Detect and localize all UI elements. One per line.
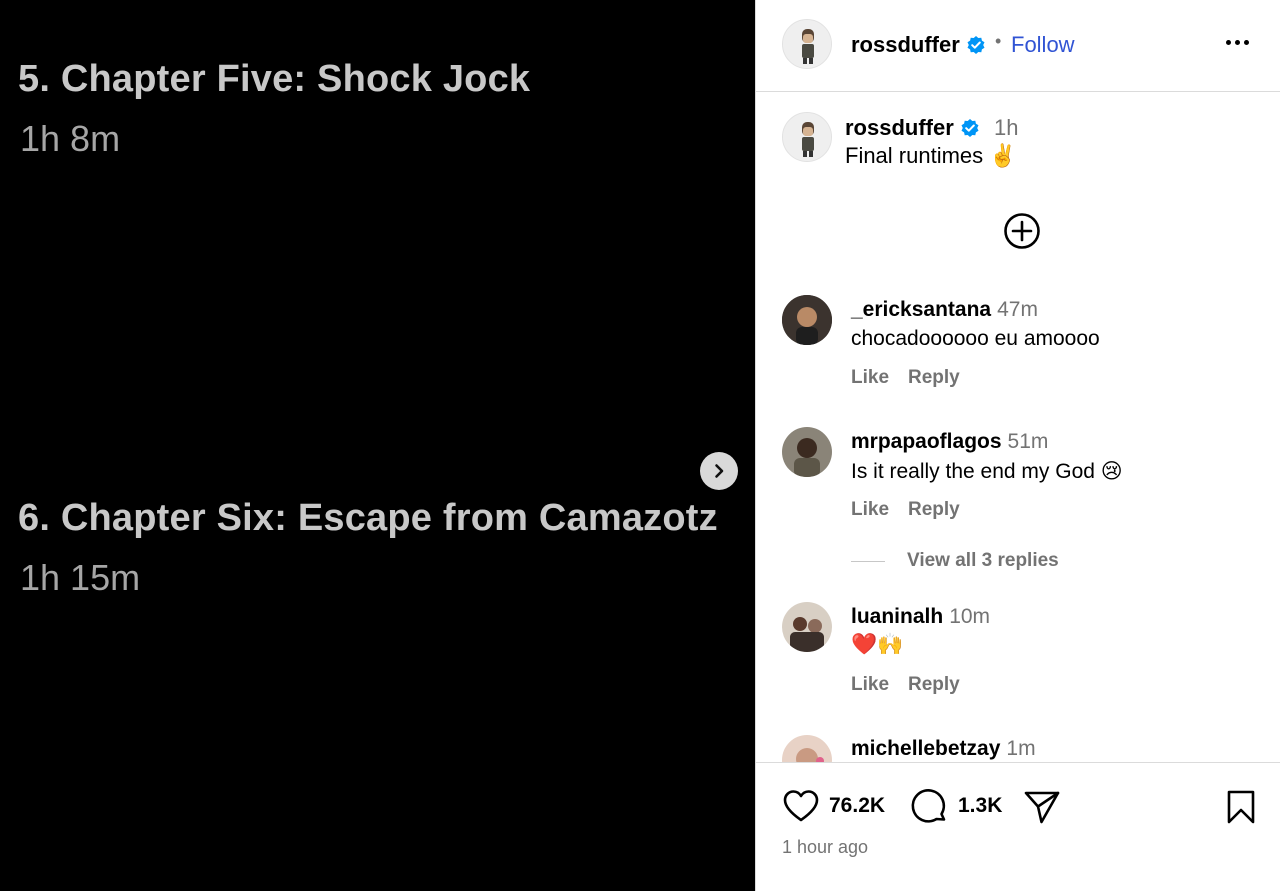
like-comment-button[interactable]: Like: [851, 367, 889, 389]
share-button[interactable]: [1023, 788, 1061, 831]
avatar[interactable]: [782, 295, 832, 345]
load-more-comments-button[interactable]: [1003, 212, 1041, 250]
view-replies-label: View all 3 replies: [907, 550, 1059, 571]
dot: [1235, 39, 1240, 45]
comment-bubble-icon: [911, 789, 946, 823]
user-photo-icon: [782, 427, 832, 477]
chevron-right-icon: [715, 464, 724, 478]
reply-button[interactable]: Reply: [908, 674, 960, 696]
next-slide-button[interactable]: [700, 452, 738, 490]
post-media: 5. Chapter Five: Shock Jock 1h 8m 6. Cha…: [0, 0, 755, 891]
episode-5-title: 5. Chapter Five: Shock Jock: [18, 58, 531, 100]
header-username[interactable]: rossduffer: [851, 32, 986, 58]
comment-username[interactable]: _ericksantana 47m: [851, 298, 1038, 322]
verified-badge-icon: [967, 36, 985, 54]
comment-timestamp: 10m: [949, 605, 991, 628]
dot: [1244, 39, 1249, 45]
header-separator: •: [995, 31, 1002, 51]
caption-timestamp: 1h: [994, 115, 1019, 140]
heart-icon: [783, 790, 819, 822]
comment-text: chocadoooooo eu amoooo: [851, 327, 1100, 350]
avatar[interactable]: [782, 19, 832, 69]
comment-text: Is it really the end my God 😢: [851, 460, 1123, 483]
episode-5-runtime: 1h 8m: [20, 118, 121, 159]
like-comment-button[interactable]: Like: [851, 674, 889, 696]
like-button[interactable]: [782, 789, 820, 828]
user-photo-icon: [782, 295, 832, 345]
like-comment-button[interactable]: Like: [851, 499, 889, 521]
user-photo-icon: [782, 735, 832, 762]
reply-button[interactable]: Reply: [908, 367, 960, 389]
post-timestamp: 1 hour ago: [782, 837, 869, 857]
comment-timestamp: 51m: [1007, 430, 1049, 453]
view-replies-button[interactable]: View all 3 replies: [851, 550, 1059, 572]
follow-button[interactable]: Follow: [1011, 32, 1075, 58]
user-photo-icon: [782, 602, 832, 652]
paper-plane-icon: [1024, 791, 1060, 824]
avatar[interactable]: [782, 112, 832, 162]
avatar[interactable]: [782, 602, 832, 652]
caption-username[interactable]: rossduffer: [845, 115, 980, 141]
comment-button[interactable]: [911, 788, 949, 831]
user-figure-icon: [783, 20, 831, 68]
comment-text: ❤️🙌: [851, 633, 904, 656]
save-button[interactable]: [1225, 789, 1257, 830]
more-options-button[interactable]: [1226, 32, 1256, 52]
caption-text: Final runtimes ✌️: [845, 143, 1017, 168]
post-sidebar: rossduffer • Follow rossduffer 1h Final …: [755, 0, 1280, 891]
like-count[interactable]: 76.2K: [829, 794, 885, 818]
comment-username[interactable]: luaninalh 10m: [851, 605, 990, 629]
dot: [1226, 39, 1231, 45]
post-modal: 5. Chapter Five: Shock Jock 1h 8m 6. Cha…: [0, 0, 1280, 891]
post-actions: 76.2K 1.3K 1 hour ago: [756, 762, 1280, 891]
divider: [851, 560, 885, 562]
comment-count[interactable]: 1.3K: [958, 794, 1002, 818]
comment-username[interactable]: mrpapaoflagos 51m: [851, 430, 1048, 454]
plus-circle-icon: [1004, 213, 1040, 249]
comment-timestamp: 1m: [1006, 737, 1036, 760]
episode-6-runtime: 1h 15m: [20, 557, 141, 598]
post-header: rossduffer • Follow: [756, 0, 1280, 92]
episode-6-title: 6. Chapter Six: Escape from Camazotz: [18, 497, 718, 539]
user-figure-icon: [783, 113, 831, 161]
comment-timestamp: 47m: [997, 298, 1038, 321]
avatar[interactable]: [782, 735, 832, 762]
avatar[interactable]: [782, 427, 832, 477]
reply-button[interactable]: Reply: [908, 499, 960, 521]
bookmark-icon: [1227, 790, 1255, 824]
comment-username[interactable]: michellebetzay 1m: [851, 737, 1036, 761]
verified-badge-icon: [961, 119, 979, 137]
comments-scroll-area[interactable]: rossduffer 1h Final runtimes ✌️ _ericksa…: [756, 92, 1280, 762]
